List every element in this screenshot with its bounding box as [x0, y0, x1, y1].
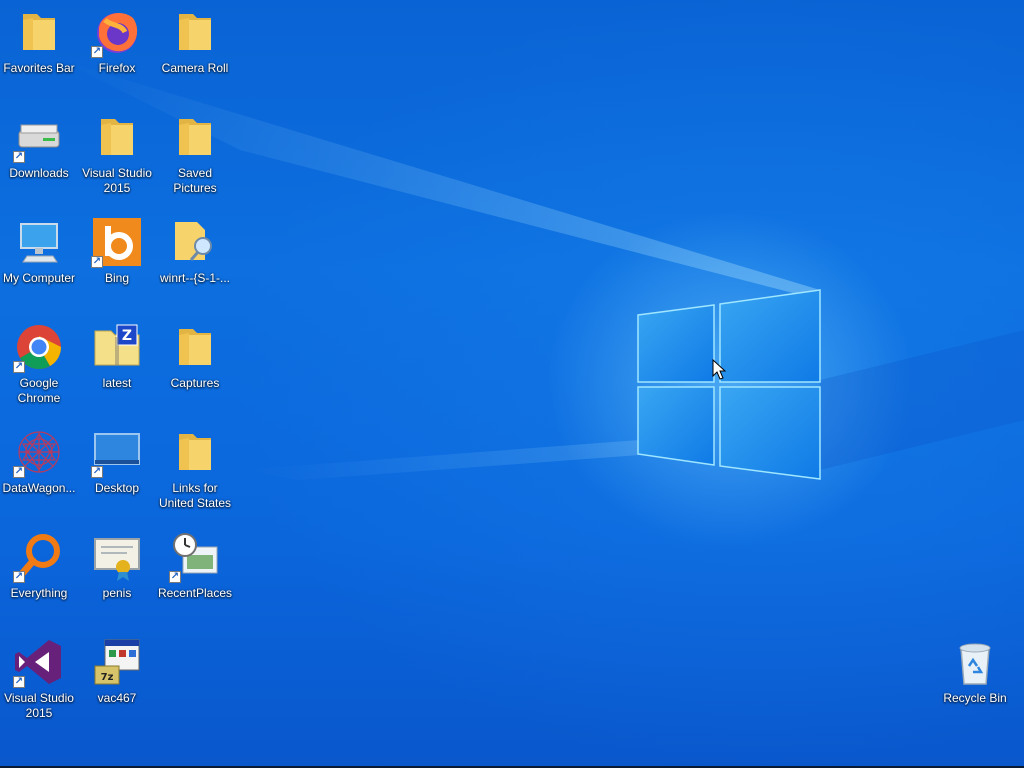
desktop-icon-downloads[interactable]: ↗ Downloads: [0, 109, 78, 209]
desktop-icon-label: Links for United States: [158, 481, 232, 510]
desktop-icon-datawagon[interactable]: ↗ DataWagon...: [0, 424, 78, 524]
folder-icon: [169, 111, 221, 163]
desktop-icon-saved-pictures[interactable]: Saved Pictures: [156, 109, 234, 209]
installer-icon: 7z: [91, 636, 143, 688]
svg-text:7z: 7z: [101, 672, 114, 683]
desktop-icon-label: Visual Studio 2015: [82, 166, 152, 195]
drive-icon: ↗: [13, 111, 65, 163]
shortcut-arrow-icon: ↗: [91, 466, 103, 478]
computer-icon: [13, 216, 65, 268]
desktop-icon-my-computer[interactable]: My Computer: [0, 214, 78, 314]
desktop-icon-visual-studio-2015[interactable]: ↗ Visual Studio 2015: [0, 634, 78, 734]
desktop-icon-label: Desktop: [94, 481, 140, 495]
desktop-icon-label: Bing: [104, 271, 130, 285]
desktop-icon-vac467[interactable]: 7z vac467: [78, 634, 156, 734]
desktop-icon-label: Captures: [170, 376, 220, 390]
desktop-icon-label: DataWagon...: [2, 481, 76, 495]
svg-text:Z: Z: [122, 328, 132, 344]
recycle-bin-icon: [949, 636, 1001, 688]
desktop-icon-visual-studio-2015[interactable]: Visual Studio 2015: [78, 109, 156, 209]
desktop-icon-label: My Computer: [2, 271, 76, 285]
shortcut-arrow-icon: ↗: [169, 571, 181, 583]
desktop-icon-label: Firefox: [98, 61, 136, 75]
bing-icon: ↗: [91, 216, 143, 268]
desktop-icon-camera-roll[interactable]: Camera Roll: [156, 4, 234, 104]
desktop-icon-links-for-united-states[interactable]: Links for United States: [156, 424, 234, 524]
shortcut-arrow-icon: ↗: [13, 151, 25, 163]
desktop-icon-recycle-bin[interactable]: Recycle Bin: [936, 634, 1014, 734]
desktop-icon-desktop[interactable]: ↗ Desktop: [78, 424, 156, 524]
desktop-icon-captures[interactable]: Captures: [156, 319, 234, 419]
desktop-icon-everything[interactable]: ↗ Everything: [0, 529, 78, 629]
desktop-icon-label: Saved Pictures: [173, 166, 217, 195]
desktop-icon-bing[interactable]: ↗ Bing: [78, 214, 156, 314]
shortcut-arrow-icon: ↗: [13, 466, 25, 478]
recent-places-icon: ↗: [169, 531, 221, 583]
firefox-icon: ↗: [91, 6, 143, 58]
desktop-icon-label: RecentPlaces: [157, 586, 233, 600]
folder-icon: [169, 6, 221, 58]
shortcut-arrow-icon: ↗: [13, 571, 25, 583]
desktop-icon-label: Google Chrome: [17, 376, 61, 405]
desktop-icon-label: Visual Studio 2015: [4, 691, 74, 720]
desktop-icon-label: Camera Roll: [161, 61, 229, 75]
desktop-icon-label: Everything: [10, 586, 68, 600]
desktop-icon-label: Downloads: [9, 166, 69, 180]
shortcut-arrow-icon: ↗: [91, 46, 103, 58]
visual-studio-icon: ↗: [13, 636, 65, 688]
desktop-icon-penis[interactable]: penis: [78, 529, 156, 629]
chrome-icon: ↗: [13, 321, 65, 373]
desktop-icon-label: Favorites Bar: [3, 61, 75, 75]
mouse-pointer-icon: [712, 359, 726, 380]
folder-icon: [91, 111, 143, 163]
everything-icon: ↗: [13, 531, 65, 583]
desktop-icon: ↗: [91, 426, 143, 478]
desktop-icon-recentplaces[interactable]: ↗ RecentPlaces: [156, 529, 234, 629]
certificate-icon: [91, 531, 143, 583]
desktop-icon-google-chrome[interactable]: ↗ Google Chrome: [0, 319, 78, 419]
shortcut-arrow-icon: ↗: [91, 256, 103, 268]
desktop-icon-favorites-bar[interactable]: Favorites Bar: [0, 4, 78, 104]
windows-logo: [637, 289, 821, 480]
search-folder-icon: [169, 216, 221, 268]
desktop-background[interactable]: Favorites Bar ↗ Firefox Camera Roll ↗ Downloa…: [0, 0, 1024, 766]
desktop-icon-label: vac467: [97, 691, 137, 705]
desktop-icon-label: latest: [102, 376, 132, 390]
desktop-icon-winrt-s-1[interactable]: winrt--{S-1-...: [156, 214, 234, 314]
shortcut-arrow-icon: ↗: [13, 361, 25, 373]
folder-icon: [169, 321, 221, 373]
desktop-icon-label: penis: [102, 586, 132, 600]
desktop-icon-latest[interactable]: Zlatest: [78, 319, 156, 419]
desktop-icon-label: winrt--{S-1-...: [159, 271, 230, 285]
shortcut-arrow-icon: ↗: [13, 676, 25, 688]
desktop-icon-label: Recycle Bin: [943, 691, 1007, 705]
folder-icon: [13, 6, 65, 58]
desktop-icon-firefox[interactable]: ↗ Firefox: [78, 4, 156, 104]
folder-icon: [169, 426, 221, 478]
zip-folder-icon: Z: [91, 321, 143, 373]
datawagon-icon: ↗: [13, 426, 65, 478]
